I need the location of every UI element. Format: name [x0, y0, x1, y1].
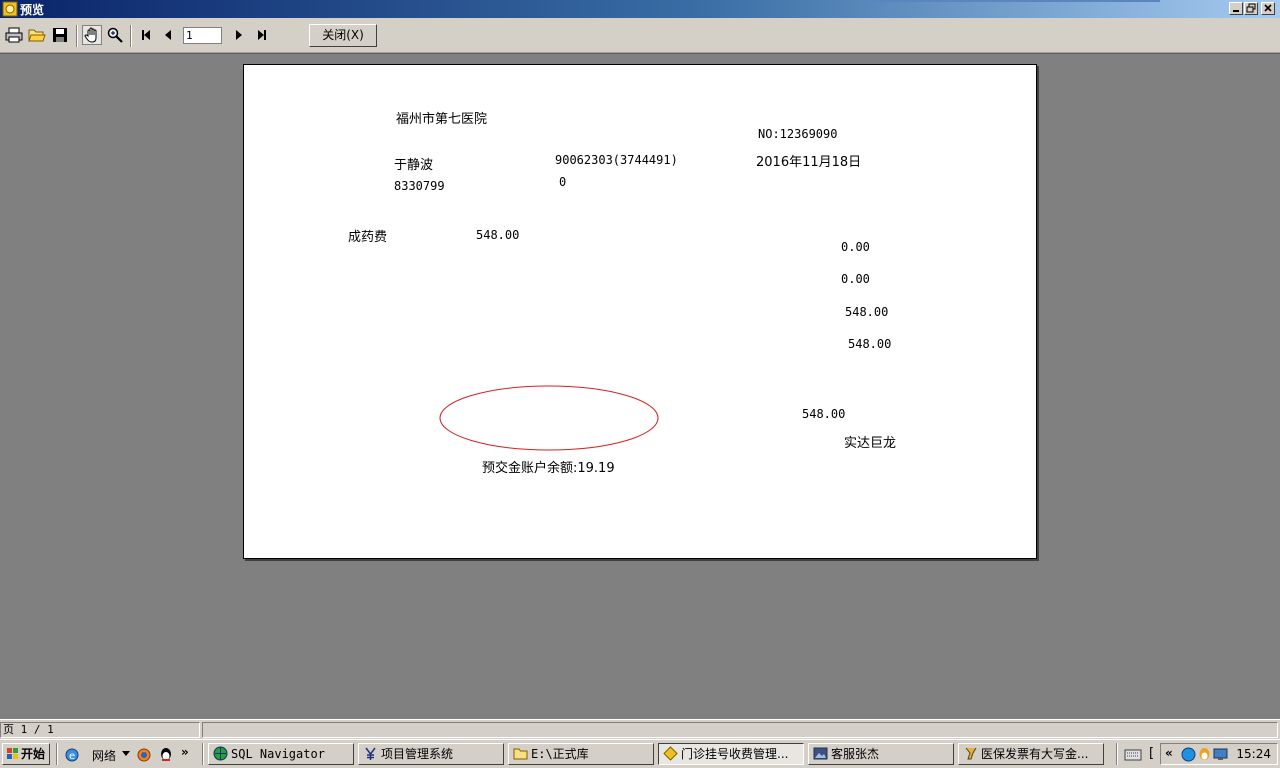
right-value-4: 548.00: [848, 337, 892, 351]
restore-icon: [1246, 3, 1256, 13]
last-page-icon: [258, 30, 266, 40]
task-label: 项目管理系统: [381, 747, 454, 761]
image-icon: [813, 747, 828, 760]
hand-icon: [84, 27, 97, 43]
minimize-icon: [1233, 10, 1239, 12]
task-customer-service[interactable]: 客服张杰: [808, 743, 954, 765]
browser-icon[interactable]: [136, 747, 152, 763]
ime-indicator[interactable]: [: [1149, 746, 1154, 761]
status-pane-empty: [202, 722, 1278, 738]
zero-value: 0: [559, 175, 567, 189]
start-button[interactable]: 开始: [2, 743, 50, 765]
open-button[interactable]: [27, 25, 47, 45]
zoom-button[interactable]: [105, 25, 125, 45]
taskbar-separator: [202, 743, 204, 765]
next-page-button[interactable]: [229, 25, 249, 45]
next-page-icon: [236, 30, 242, 40]
balance-text: 预交金账户余额:19.19: [482, 461, 615, 476]
task-label: 客服张杰: [831, 747, 880, 761]
last-page-button[interactable]: [252, 25, 272, 45]
taskbar-separator: [56, 743, 58, 765]
task-label: 医保发票有大写金...: [981, 747, 1089, 761]
svg-text:e: e: [69, 751, 75, 762]
close-window-button[interactable]: [1261, 2, 1275, 15]
printer-icon: [5, 27, 23, 43]
close-icon: [1264, 4, 1272, 12]
title-bar[interactable]: 预览: [0, 0, 1280, 18]
qq-tray-icon[interactable]: [1197, 747, 1212, 762]
tray-expand[interactable]: «: [1165, 746, 1173, 760]
right-value-3: 548.00: [845, 305, 889, 319]
status-bar: 页 1 / 1: [0, 719, 1280, 739]
title-strip: [862, 0, 1160, 2]
right-value-2: 0.00: [841, 272, 870, 286]
network-status-icon[interactable]: [1181, 747, 1196, 762]
start-label: 开始: [21, 747, 46, 761]
page-indicator: 页 1 / 1: [0, 722, 200, 738]
item-name: 成药费: [348, 230, 388, 245]
task-sql-navigator[interactable]: SQL Navigator: [208, 743, 354, 765]
print-button[interactable]: [4, 25, 24, 45]
network-label[interactable]: 网络: [92, 747, 116, 764]
item-amount: 548.00: [476, 228, 520, 242]
task-outpatient-billing[interactable]: 门诊挂号收费管理...: [658, 743, 804, 765]
prev-page-button[interactable]: [158, 25, 178, 45]
wrench-icon: [965, 747, 977, 760]
windows-logo-icon: [7, 748, 18, 759]
app-icon: [663, 746, 678, 761]
clock: 15:24: [1236, 747, 1271, 761]
receipt-page: 福州市第七医院 NO:12369090 于静波 90062303(3744491…: [243, 64, 1037, 559]
monitor-icon[interactable]: [1213, 747, 1228, 762]
more-quicklaunch[interactable]: »: [181, 745, 189, 759]
ie-icon[interactable]: e: [64, 747, 80, 763]
folder-open-icon: [28, 29, 46, 42]
right-value-1: 0.00: [841, 240, 870, 254]
first-page-button[interactable]: [136, 25, 156, 45]
hospital-name: 福州市第七医院: [396, 112, 488, 127]
task-folder[interactable]: E:\正式库: [508, 743, 654, 765]
page-number-input[interactable]: 1: [183, 27, 222, 44]
receipt-number: NO:12369090: [758, 127, 838, 141]
save-button[interactable]: [50, 25, 70, 45]
toolbar: 1 关闭(X): [0, 18, 1280, 53]
task-label: 门诊挂号收费管理...: [681, 747, 789, 761]
qq-icon[interactable]: [158, 747, 174, 763]
first-page-icon: [142, 30, 150, 40]
patient-name: 于静波: [394, 158, 434, 173]
minimize-button[interactable]: [1229, 2, 1243, 15]
magnifier-icon: [107, 27, 123, 43]
task-label: SQL Navigator: [231, 747, 325, 761]
restore-button[interactable]: [1244, 2, 1258, 15]
yen-icon: [365, 747, 376, 760]
chevron-down-icon[interactable]: [122, 751, 130, 757]
taskbar: 开始 e 网络 » SQL Navigator 项目管理系统 E:\正式库 门诊…: [0, 739, 1280, 768]
total-amount: 548.00: [802, 407, 846, 421]
task-label: E:\正式库: [531, 747, 589, 761]
receipt-date: 2016年11月18日: [756, 155, 862, 170]
app-icon: [2, 1, 18, 17]
floppy-icon: [53, 28, 67, 42]
folder-icon: [513, 748, 528, 760]
task-project-management[interactable]: 项目管理系统: [358, 743, 504, 765]
task-insurance-invoice[interactable]: 医保发票有大写金...: [958, 743, 1104, 765]
taskbar-separator: [1116, 743, 1118, 765]
patient-id: 90062303(3744491): [555, 153, 678, 167]
code-value: 8330799: [394, 179, 445, 193]
prev-page-icon: [165, 30, 171, 40]
hand-tool-button[interactable]: [82, 25, 102, 45]
red-ellipse-stamp: [439, 385, 659, 451]
operator-name: 实达巨龙: [844, 436, 897, 451]
toolbar-separator: [76, 25, 78, 47]
system-tray: « 15:24: [1160, 743, 1278, 765]
close-preview-button[interactable]: 关闭(X): [309, 24, 377, 47]
globe-icon: [213, 746, 228, 761]
keyboard-icon[interactable]: [1124, 748, 1142, 762]
window-title: 预览: [20, 3, 45, 17]
toolbar-separator: [130, 25, 132, 47]
